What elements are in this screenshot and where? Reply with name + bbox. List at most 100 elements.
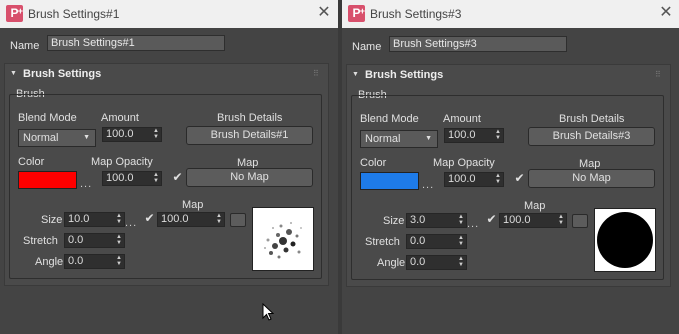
name-label: Name bbox=[10, 40, 40, 52]
spinner-arrows-icon[interactable]: ▲ ▼ bbox=[216, 213, 222, 225]
app-icon: P + bbox=[6, 5, 23, 22]
right-window: P + Brush Settings#3 ✕ Name Brush Setting… bbox=[342, 0, 679, 334]
map-label-2: Map bbox=[524, 200, 546, 212]
drag-grip-icon[interactable]: ⠿ bbox=[655, 70, 661, 79]
blend-mode-dropdown[interactable]: Normal ▼ bbox=[360, 130, 438, 148]
blend-mode-dropdown[interactable]: Normal ▼ bbox=[18, 129, 96, 147]
blend-mode-label: Blend Mode bbox=[360, 113, 419, 125]
color-label: Color bbox=[360, 157, 387, 169]
blend-mode-label: Blend Mode bbox=[18, 112, 77, 124]
dots: ... bbox=[467, 218, 480, 230]
window-title: Brush Settings#3 bbox=[370, 7, 462, 21]
size-value: 10.0 bbox=[68, 213, 90, 225]
stretch-value: 0.0 bbox=[410, 235, 426, 247]
size-map-button[interactable] bbox=[572, 214, 588, 228]
size-value: 3.0 bbox=[410, 214, 426, 226]
size-map-value: 100.0 bbox=[503, 214, 531, 226]
brush-details-button[interactable]: Brush Details#1 bbox=[186, 126, 313, 145]
size-label: Size bbox=[41, 214, 63, 226]
color-swatch[interactable] bbox=[18, 171, 77, 189]
size-map-spinner[interactable]: 100.0 ▲ ▼ bbox=[499, 213, 567, 228]
amount-label: Amount bbox=[101, 112, 139, 124]
title-bar: P + Brush Settings#1 ✕ bbox=[0, 0, 338, 28]
name-field[interactable]: Brush Settings#1 bbox=[47, 35, 225, 51]
brush-settings-rollout: ▼ Brush Settings ⠿ Brush Blend Mode Norm… bbox=[346, 64, 671, 287]
size-spinner[interactable]: 10.0 ▲ ▼ bbox=[64, 212, 125, 227]
spinner-arrows-icon[interactable]: ▲ ▼ bbox=[495, 173, 501, 185]
chevron-down-icon: ▼ bbox=[425, 135, 432, 142]
blend-mode-value: Normal bbox=[365, 133, 401, 145]
stretch-label: Stretch bbox=[365, 236, 400, 248]
size-map-spinner[interactable]: 100.0 ▲ ▼ bbox=[157, 212, 225, 227]
drag-grip-icon[interactable]: ⠿ bbox=[313, 69, 319, 78]
spatter-brush-icon bbox=[264, 222, 302, 259]
map-opacity-spinner[interactable]: 100.0 ▲ ▼ bbox=[102, 171, 162, 186]
collapse-triangle-icon[interactable]: ▼ bbox=[10, 70, 17, 77]
size-map-value: 100.0 bbox=[161, 213, 189, 225]
amount-value: 100.0 bbox=[448, 129, 476, 141]
window-title: Brush Settings#1 bbox=[28, 7, 120, 21]
map-label-2: Map bbox=[182, 199, 204, 211]
angle-spinner[interactable]: 0.0 ▲ ▼ bbox=[406, 255, 467, 270]
brush-preview[interactable] bbox=[252, 207, 314, 271]
brush-settings-rollout: ▼ Brush Settings ⠿ Brush Blend Mode Norm… bbox=[4, 63, 329, 286]
angle-spinner[interactable]: 0.0 ▲ ▼ bbox=[64, 254, 125, 269]
amount-label: Amount bbox=[443, 113, 481, 125]
color-swatch[interactable] bbox=[360, 172, 419, 190]
angle-label: Angle bbox=[377, 257, 406, 269]
stretch-spinner[interactable]: 0.0 ▲ ▼ bbox=[406, 234, 467, 249]
brush-details-label: Brush Details bbox=[559, 113, 625, 125]
rollout-title[interactable]: Brush Settings bbox=[365, 69, 443, 81]
map-opacity-spinner[interactable]: 100.0 ▲ ▼ bbox=[444, 172, 504, 187]
spinner-arrows-icon[interactable]: ▲ ▼ bbox=[116, 234, 122, 246]
checkmark-icon[interactable]: ✔ bbox=[171, 171, 184, 184]
color-label: Color bbox=[18, 156, 45, 168]
angle-label: Angle bbox=[35, 256, 64, 268]
dots: ... bbox=[422, 179, 435, 191]
brush-details-button[interactable]: Brush Details#3 bbox=[528, 127, 655, 146]
amount-value: 100.0 bbox=[106, 128, 134, 140]
close-icon[interactable]: ✕ bbox=[316, 4, 332, 22]
blend-mode-value: Normal bbox=[23, 132, 59, 144]
map-opacity-label: Map Opacity bbox=[91, 156, 153, 168]
spinner-arrows-icon[interactable]: ▲ ▼ bbox=[153, 128, 159, 140]
rollout-title[interactable]: Brush Settings bbox=[23, 68, 101, 80]
dots: ... bbox=[80, 178, 93, 190]
dots: ... bbox=[125, 217, 138, 229]
brush-details-label: Brush Details bbox=[217, 112, 283, 124]
checkmark-icon[interactable]: ✔ bbox=[485, 213, 498, 226]
spinner-arrows-icon[interactable]: ▲ ▼ bbox=[153, 172, 159, 184]
close-icon[interactable]: ✕ bbox=[658, 4, 674, 22]
spinner-arrows-icon[interactable]: ▲ ▼ bbox=[558, 214, 564, 226]
checkmark-icon[interactable]: ✔ bbox=[143, 212, 156, 225]
collapse-triangle-icon[interactable]: ▼ bbox=[352, 71, 359, 78]
mouse-cursor-icon bbox=[262, 303, 274, 321]
stretch-value: 0.0 bbox=[68, 234, 84, 246]
spinner-arrows-icon[interactable]: ▲ ▼ bbox=[458, 214, 464, 226]
stretch-label: Stretch bbox=[23, 235, 58, 247]
left-window: P + Brush Settings#1 ✕ Name Brush Setting… bbox=[0, 0, 338, 334]
no-map-button[interactable]: No Map bbox=[528, 169, 655, 188]
angle-value: 0.0 bbox=[410, 256, 426, 268]
spinner-arrows-icon[interactable]: ▲ ▼ bbox=[458, 235, 464, 247]
size-map-button[interactable] bbox=[230, 213, 246, 227]
map-opacity-value: 100.0 bbox=[106, 172, 134, 184]
brush-preview[interactable] bbox=[594, 208, 656, 272]
amount-spinner[interactable]: 100.0 ▲ ▼ bbox=[102, 127, 162, 142]
spinner-arrows-icon[interactable]: ▲ ▼ bbox=[458, 256, 464, 268]
spinner-arrows-icon[interactable]: ▲ ▼ bbox=[116, 255, 122, 267]
name-field[interactable]: Brush Settings#3 bbox=[389, 36, 567, 52]
app-icon: P + bbox=[348, 5, 365, 22]
checkmark-icon[interactable]: ✔ bbox=[513, 172, 526, 185]
amount-spinner[interactable]: 100.0 ▲ ▼ bbox=[444, 128, 504, 143]
stretch-spinner[interactable]: 0.0 ▲ ▼ bbox=[64, 233, 125, 248]
angle-value: 0.0 bbox=[68, 255, 84, 267]
spinner-arrows-icon[interactable]: ▲ ▼ bbox=[116, 213, 122, 225]
no-map-button[interactable]: No Map bbox=[186, 168, 313, 187]
size-label: Size bbox=[383, 215, 405, 227]
map-opacity-label: Map Opacity bbox=[433, 157, 495, 169]
chevron-down-icon: ▼ bbox=[83, 134, 90, 141]
spinner-arrows-icon[interactable]: ▲ ▼ bbox=[495, 129, 501, 141]
size-spinner[interactable]: 3.0 ▲ ▼ bbox=[406, 213, 467, 228]
map-opacity-value: 100.0 bbox=[448, 173, 476, 185]
